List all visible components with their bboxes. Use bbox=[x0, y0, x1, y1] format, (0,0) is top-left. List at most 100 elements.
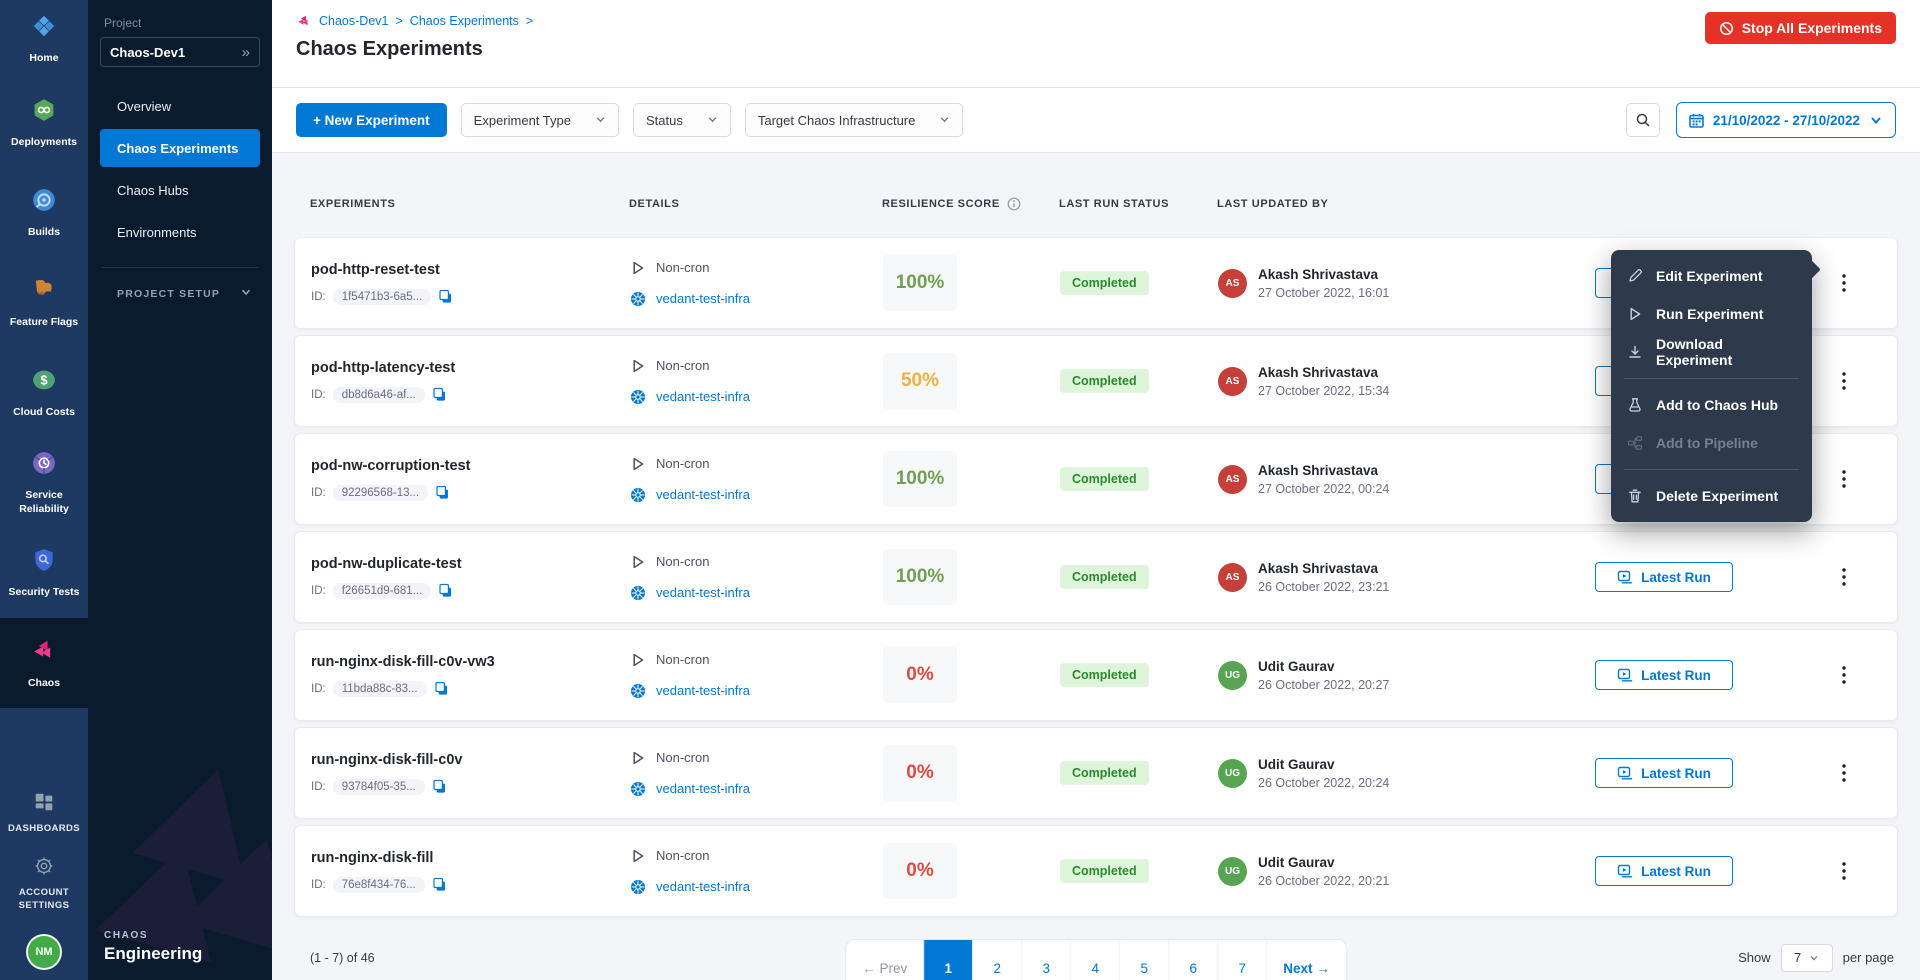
sidebar-item-feature-flags[interactable]: Feature Flags bbox=[0, 258, 88, 348]
page-button-4[interactable]: 4 bbox=[1070, 940, 1119, 980]
infrastructure-link[interactable]: vedant-test-infra bbox=[656, 291, 750, 306]
user-avatar[interactable]: NM bbox=[26, 934, 62, 970]
copy-id-button[interactable] bbox=[432, 779, 447, 794]
page-button-3[interactable]: 3 bbox=[1021, 940, 1070, 980]
sidebar-item-security-tests[interactable]: Security Tests bbox=[0, 528, 88, 618]
cloud-costs-icon: $ bbox=[31, 367, 57, 398]
latest-run-button[interactable]: Latest Run bbox=[1595, 758, 1733, 788]
page-button-7[interactable]: 7 bbox=[1217, 940, 1266, 980]
next-page-button[interactable]: Next → bbox=[1266, 940, 1346, 980]
search-button[interactable] bbox=[1626, 103, 1660, 137]
experiment-name[interactable]: pod-http-latency-test bbox=[311, 360, 630, 376]
experiment-name[interactable]: run-nginx-disk-fill bbox=[311, 850, 630, 866]
experiment-name[interactable]: run-nginx-disk-fill-c0v-vw3 bbox=[311, 654, 630, 670]
sidebar-item-overview[interactable]: Overview bbox=[100, 87, 260, 125]
kubernetes-icon bbox=[630, 781, 646, 797]
status-cell: Completed bbox=[1060, 467, 1218, 491]
table-row[interactable]: run-nginx-disk-fill-c0v ID: 93784f05-35.… bbox=[294, 727, 1898, 819]
breadcrumb-link-project[interactable]: Chaos-Dev1 bbox=[319, 14, 388, 28]
sidebar-item-account-settings[interactable]: ACCOUNT SETTINGS bbox=[0, 845, 88, 922]
sidebar-item-environments[interactable]: Environments bbox=[100, 213, 260, 251]
schedule-type: Non-cron bbox=[656, 358, 709, 373]
copy-id-button[interactable] bbox=[434, 681, 449, 696]
page-button-2[interactable]: 2 bbox=[972, 940, 1021, 980]
rail-bottom-section: DASHBOARDS ACCOUNT SETTINGS NM bbox=[0, 781, 88, 980]
resilience-score-value: 100% bbox=[896, 272, 945, 294]
row-menu-button[interactable] bbox=[1829, 758, 1859, 788]
info-icon[interactable] bbox=[1007, 197, 1021, 211]
table-row[interactable]: pod-nw-duplicate-test ID: f26651d9-681..… bbox=[294, 531, 1898, 623]
chevron-down-icon bbox=[595, 113, 606, 128]
breadcrumb-link-chaos-experiments[interactable]: Chaos Experiments bbox=[410, 14, 519, 28]
sidebar-item-dashboards[interactable]: DASHBOARDS bbox=[4, 781, 84, 845]
prev-page-button[interactable]: ← Prev bbox=[846, 940, 923, 980]
menu-item-edit-experiment[interactable]: Edit Experiment bbox=[1611, 257, 1812, 295]
sidebar-item-builds[interactable]: Builds bbox=[0, 168, 88, 258]
target-infrastructure-filter[interactable]: Target Chaos Infrastructure bbox=[745, 103, 964, 137]
page-size-select[interactable]: 7 bbox=[1781, 944, 1833, 972]
sidebar-item-chaos[interactable]: Chaos bbox=[0, 618, 88, 708]
row-menu-button[interactable] bbox=[1829, 856, 1859, 886]
menu-item-download-experiment[interactable]: Download Experiment bbox=[1611, 333, 1812, 371]
sidebar-item-chaos-hubs[interactable]: Chaos Hubs bbox=[100, 171, 260, 209]
status-cell: Completed bbox=[1060, 761, 1218, 785]
experiment-name[interactable]: pod-http-reset-test bbox=[311, 262, 630, 278]
experiment-type-filter[interactable]: Experiment Type bbox=[461, 103, 619, 137]
new-experiment-button[interactable]: + New Experiment bbox=[296, 103, 447, 137]
experiment-name[interactable]: pod-nw-duplicate-test bbox=[311, 556, 630, 572]
avatar: AS bbox=[1218, 367, 1247, 396]
copy-id-button[interactable] bbox=[438, 583, 453, 598]
schedule-type: Non-cron bbox=[656, 848, 709, 863]
filter-label: Target Chaos Infrastructure bbox=[758, 113, 916, 128]
project-selector[interactable]: Chaos-Dev1 » bbox=[100, 37, 260, 67]
table-header-row: EXPERIMENTS DETAILS RESILIENCE SCORE LAS… bbox=[310, 153, 1882, 237]
infrastructure-link[interactable]: vedant-test-infra bbox=[656, 683, 750, 698]
latest-run-button[interactable]: Latest Run bbox=[1595, 562, 1733, 592]
chaos-hub-icon bbox=[1627, 397, 1643, 413]
id-label: ID: bbox=[311, 389, 326, 401]
sidebar-item-deployments[interactable]: Deployments bbox=[0, 78, 88, 168]
sidebar-item-chaos-experiments[interactable]: Chaos Experiments bbox=[100, 129, 260, 167]
project-setup-toggle[interactable]: PROJECT SETUP bbox=[100, 282, 260, 305]
row-menu-button[interactable] bbox=[1829, 464, 1859, 494]
infrastructure-link[interactable]: vedant-test-infra bbox=[656, 879, 750, 894]
status-badge: Completed bbox=[1060, 369, 1149, 393]
status-filter[interactable]: Status bbox=[633, 103, 731, 137]
experiment-name[interactable]: pod-nw-corruption-test bbox=[311, 458, 630, 474]
copy-id-button[interactable] bbox=[432, 877, 447, 892]
stop-all-experiments-button[interactable]: Stop All Experiments bbox=[1705, 12, 1896, 44]
infrastructure-link[interactable]: vedant-test-infra bbox=[656, 585, 750, 600]
menu-item-delete-experiment[interactable]: Delete Experiment bbox=[1611, 477, 1812, 515]
chevron-down-icon bbox=[939, 113, 950, 128]
row-menu-button[interactable] bbox=[1829, 562, 1859, 592]
latest-run-button[interactable]: Latest Run bbox=[1595, 660, 1733, 690]
row-menu-button[interactable] bbox=[1829, 660, 1859, 690]
menu-item-add-to-chaos-hub[interactable]: Add to Chaos Hub bbox=[1611, 386, 1812, 424]
latest-run-button[interactable]: Latest Run bbox=[1595, 856, 1733, 886]
table-row[interactable]: run-nginx-disk-fill ID: 76e8f434-76... N… bbox=[294, 825, 1898, 917]
sidebar-item-service-reliability[interactable]: Service Reliability bbox=[0, 438, 88, 528]
status-cell: Completed bbox=[1060, 369, 1218, 393]
experiment-name[interactable]: run-nginx-disk-fill-c0v bbox=[311, 752, 630, 768]
chaos-experiments-page: Home Deployments Builds Feature Flags $ … bbox=[0, 0, 1920, 980]
sidebar-item-cloud-costs[interactable]: $ Cloud Costs bbox=[0, 348, 88, 438]
expand-panel-icon[interactable]: » bbox=[242, 45, 250, 60]
row-menu-button[interactable] bbox=[1829, 268, 1859, 298]
run-history-icon bbox=[1617, 863, 1633, 879]
page-button-6[interactable]: 6 bbox=[1168, 940, 1217, 980]
score-cell: 50% bbox=[883, 353, 1060, 409]
table-row[interactable]: run-nginx-disk-fill-c0v-vw3 ID: 11bda88c… bbox=[294, 629, 1898, 721]
menu-item-run-experiment[interactable]: Run Experiment bbox=[1611, 295, 1812, 333]
date-range-picker[interactable]: 21/10/2022 - 27/10/2022 bbox=[1676, 102, 1896, 138]
calendar-icon bbox=[1689, 113, 1704, 128]
page-button-5[interactable]: 5 bbox=[1119, 940, 1168, 980]
row-menu-button[interactable] bbox=[1829, 366, 1859, 396]
sidebar-item-home[interactable]: Home bbox=[0, 0, 88, 78]
copy-id-button[interactable] bbox=[438, 289, 453, 304]
infrastructure-link[interactable]: vedant-test-infra bbox=[656, 389, 750, 404]
infrastructure-link[interactable]: vedant-test-infra bbox=[656, 487, 750, 502]
page-button-1[interactable]: 1 bbox=[923, 940, 972, 980]
copy-id-button[interactable] bbox=[432, 387, 447, 402]
infrastructure-link[interactable]: vedant-test-infra bbox=[656, 781, 750, 796]
copy-id-button[interactable] bbox=[435, 485, 450, 500]
